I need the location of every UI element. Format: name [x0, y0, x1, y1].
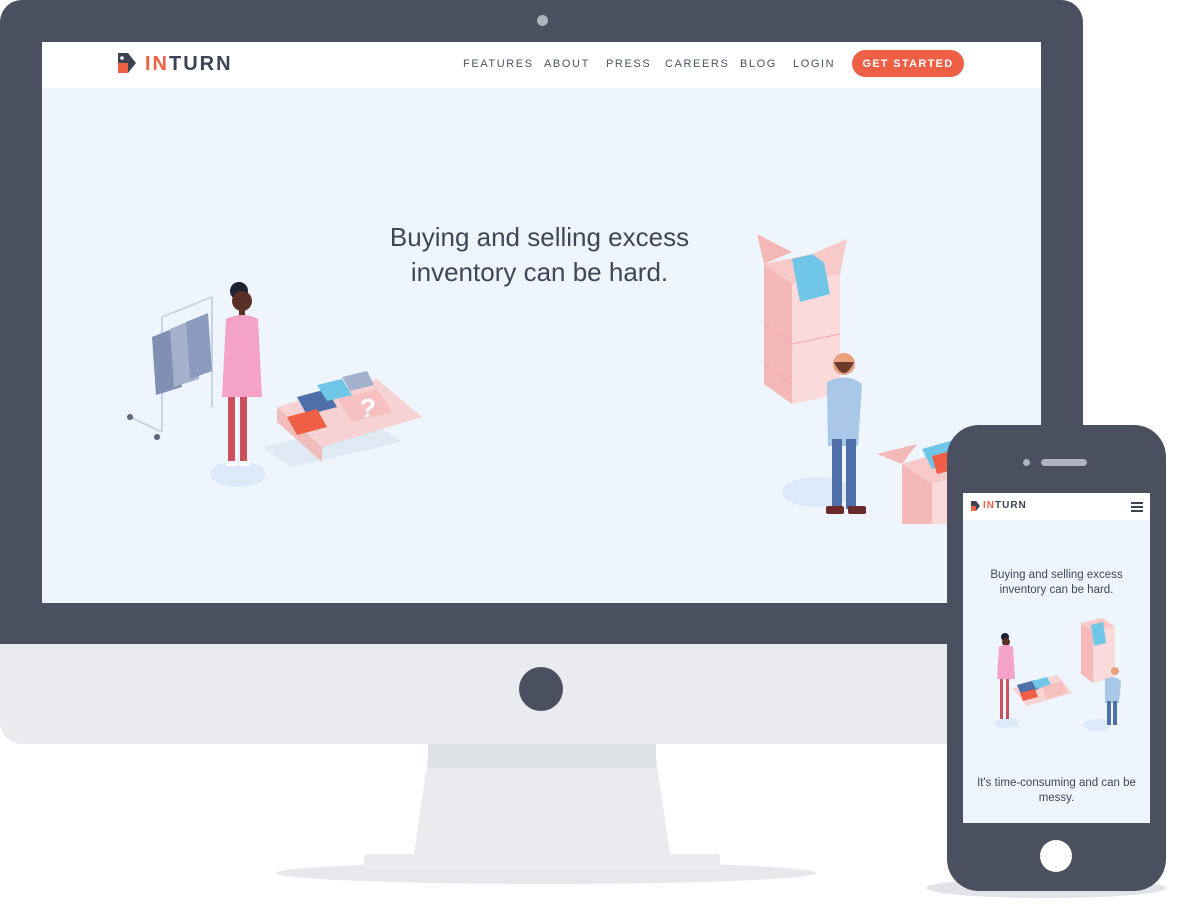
mobile-navbar: INTURN — [963, 493, 1150, 520]
woman-clothing-illustration: ? — [127, 282, 422, 487]
mobile-hero-illustration — [995, 618, 1121, 731]
hamburger-icon[interactable] — [1131, 502, 1143, 514]
mobile-subtext-line2: messy. — [1038, 792, 1075, 804]
mobile-subtext: It's time-consuming and can be messy. — [971, 776, 1142, 806]
logo-text-in: IN — [983, 500, 995, 511]
inturn-logo-icon — [971, 501, 980, 511]
desktop-navbar: INTURN FEATURES ABOUT PRESS CAREERS BLOG… — [42, 42, 1041, 88]
inturn-logo-icon — [118, 53, 136, 73]
monitor-logo-button — [519, 667, 563, 711]
mobile-hero-headline: Buying and selling excess inventory can … — [973, 568, 1140, 598]
desktop-screen: INTURN FEATURES ABOUT PRESS CAREERS BLOG… — [42, 42, 1041, 603]
nav-link-press[interactable]: PRESS — [606, 58, 651, 70]
logo-text-turn: TURN — [169, 53, 233, 75]
svg-text:?: ? — [360, 393, 376, 423]
get-started-button[interactable]: GET STARTED — [852, 50, 964, 77]
phone-camera — [1023, 459, 1030, 466]
mobile-brand-logo[interactable]: INTURN — [983, 500, 1027, 511]
mobile-headline-line2: inventory can be hard. — [999, 584, 1114, 596]
logo-text-turn: TURN — [995, 500, 1027, 511]
mobile-subtext-line1: It's time-consuming and can be — [977, 777, 1136, 789]
logo-text-in: IN — [145, 53, 169, 75]
hero-headline-line1: Buying and selling excess — [389, 222, 690, 252]
nav-link-login[interactable]: LOGIN — [793, 58, 835, 70]
phone-speaker — [1041, 459, 1087, 466]
mobile-headline-line1: Buying and selling excess — [990, 569, 1123, 581]
nav-link-features[interactable]: FEATURES — [463, 58, 534, 70]
monitor-stand — [364, 744, 720, 870]
brand-logo[interactable]: INTURN — [145, 53, 233, 76]
mobile-screen: INTURN Buying and selling excess invento… — [963, 493, 1150, 823]
phone-home-button[interactable] — [1040, 840, 1072, 872]
nav-link-about[interactable]: ABOUT — [544, 58, 590, 70]
nav-link-careers[interactable]: CAREERS — [665, 58, 729, 70]
monitor-camera — [537, 15, 548, 26]
nav-link-blog[interactable]: BLOG — [740, 58, 777, 70]
